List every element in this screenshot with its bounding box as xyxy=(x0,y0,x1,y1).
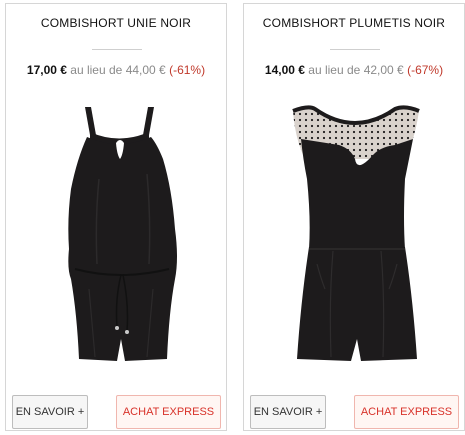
regular-price-label: au lieu de xyxy=(70,63,123,77)
current-price: 14,00 € xyxy=(264,63,305,77)
divider xyxy=(92,49,142,50)
divider xyxy=(330,49,380,50)
product-title[interactable]: COMBISHORT PLUMETIS NOIR xyxy=(244,16,464,30)
price-line: 17,00 € au lieu de 44,00 € (-61%) xyxy=(6,63,226,77)
regular-price: 44,00 € xyxy=(125,63,166,77)
romper-image xyxy=(292,105,420,361)
romper-image xyxy=(68,107,177,361)
product-card: COMBISHORT PLUMETIS NOIR 14,00 € au lieu… xyxy=(243,3,465,431)
more-info-button[interactable]: EN SAVOIR + xyxy=(12,395,88,429)
regular-price: 42,00 € xyxy=(363,63,404,77)
more-info-button[interactable]: EN SAVOIR + xyxy=(250,395,326,429)
regular-price-label: au lieu de xyxy=(308,63,361,77)
discount-badge: (-67%) xyxy=(407,63,444,77)
product-image[interactable] xyxy=(255,99,455,381)
express-buy-button[interactable]: ACHAT EXPRESS xyxy=(354,395,459,429)
current-price: 17,00 € xyxy=(26,63,67,77)
price-line: 14,00 € au lieu de 42,00 € (-67%) xyxy=(244,63,464,77)
discount-badge: (-61%) xyxy=(169,63,206,77)
product-image[interactable] xyxy=(17,99,217,381)
express-buy-button[interactable]: ACHAT EXPRESS xyxy=(116,395,221,429)
product-title[interactable]: COMBISHORT UNIE NOIR xyxy=(6,16,226,30)
product-card: COMBISHORT UNIE NOIR 17,00 € au lieu de … xyxy=(5,3,227,431)
